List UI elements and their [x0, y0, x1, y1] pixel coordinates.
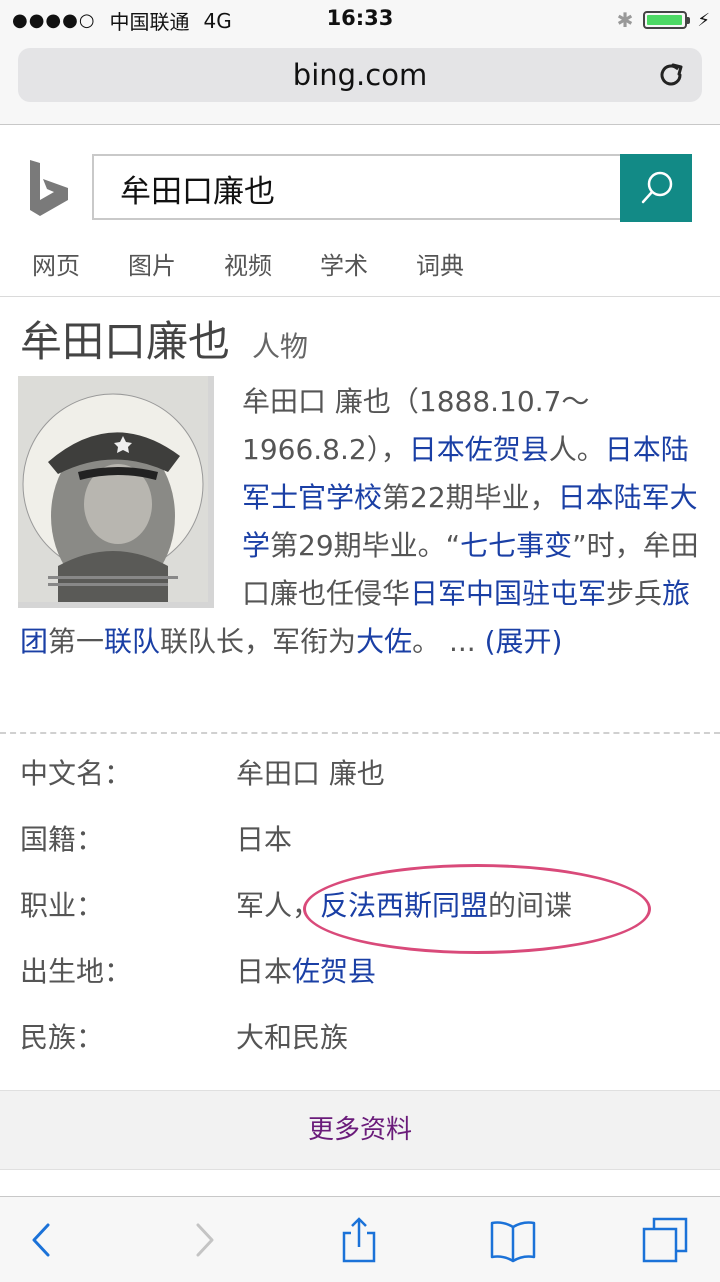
section-divider: [0, 732, 720, 734]
tab-web[interactable]: 网页: [32, 246, 80, 281]
fact-text: 军人，: [236, 889, 321, 922]
forward-icon[interactable]: [178, 1215, 228, 1265]
description-link[interactable]: 日军中国驻屯军: [410, 577, 606, 610]
back-icon[interactable]: [18, 1215, 68, 1265]
more-info-button[interactable]: 更多资料: [0, 1090, 720, 1170]
status-right: ✱ ⚡: [617, 8, 710, 32]
description-text: 第29期毕业。“: [270, 529, 461, 562]
url-text[interactable]: bing.com: [18, 58, 702, 92]
battery-icon: [643, 11, 691, 29]
header-divider: [0, 296, 720, 297]
fact-row: 国籍： 日本: [20, 818, 710, 884]
facts-table: 中文名： 牟田口 廉也 国籍： 日本 职业： 军人，反法西斯同盟的间谍 出生地： 日本佐贺县民…: [20, 752, 710, 1082]
browser-address-area: bing.com: [0, 40, 720, 125]
description-text: 第一: [48, 625, 105, 658]
reload-icon[interactable]: [654, 58, 688, 92]
search-icon: [641, 171, 673, 204]
fact-row: 民族： 大和民族: [20, 1016, 710, 1082]
tab-images[interactable]: 图片: [128, 246, 176, 281]
fact-row: 中文名： 牟田口 廉也: [20, 752, 710, 818]
description-link[interactable]: 大佐: [356, 625, 412, 658]
share-icon[interactable]: [334, 1215, 384, 1265]
description-link[interactable]: 日本佐贺县: [409, 433, 549, 466]
description-link[interactable]: 联队: [104, 625, 160, 658]
status-time: 16:33: [326, 6, 394, 30]
address-bar[interactable]: bing.com: [18, 48, 702, 102]
description-text: 第22期毕业，: [382, 481, 558, 514]
description-text: 。 ...: [412, 625, 485, 658]
fact-text: 的间谍: [488, 889, 573, 922]
tab-videos[interactable]: 视频: [224, 246, 272, 281]
description-text: 步兵: [606, 577, 663, 610]
tabs-icon[interactable]: [640, 1215, 690, 1265]
search-tabs: 网页 图片 视频 学术 词典: [32, 246, 464, 281]
search-input[interactable]: [118, 166, 602, 210]
search-button[interactable]: [620, 154, 692, 222]
fact-value: 大和民族: [236, 1016, 348, 1056]
fact-key: 出生地：: [20, 955, 133, 988]
fact-key: 中文名：: [20, 757, 133, 790]
description-link[interactable]: 七七事变: [460, 529, 572, 562]
entity-type: 人物: [252, 330, 309, 363]
fact-text: 日本: [236, 955, 293, 988]
browser-toolbar: [0, 1196, 720, 1282]
fact-key: 民族：: [20, 1021, 105, 1054]
fact-link[interactable]: 佐贺县: [292, 955, 376, 988]
description-text: 人。: [548, 433, 605, 466]
bluetooth-icon: ✱: [616, 8, 634, 32]
fact-text: 日本: [236, 823, 293, 856]
fact-row: 职业： 军人，反法西斯同盟的间谍: [20, 884, 710, 950]
entity-name: 牟田口廉也: [20, 317, 231, 366]
fact-key: 国籍：: [20, 823, 105, 856]
bookmarks-icon[interactable]: [488, 1215, 538, 1265]
charging-icon: ⚡: [697, 9, 710, 31]
fact-value: 牟田口 廉也: [236, 752, 385, 792]
status-bar: ●●●●○ 中国联通 4G 16:33 ✱ ⚡: [0, 0, 720, 40]
fact-row: 出生地： 日本佐贺县: [20, 950, 710, 1016]
bing-logo[interactable]: [28, 160, 72, 216]
tab-academic[interactable]: 学术: [320, 246, 368, 281]
search-box[interactable]: [92, 154, 622, 220]
description-text: 联队长，军衔为: [160, 625, 357, 658]
fact-value: 军人，反法西斯同盟的间谍: [236, 884, 572, 924]
fact-text: 牟田口 廉也: [236, 757, 385, 790]
fact-text: 大和民族: [236, 1021, 349, 1054]
expand-link[interactable]: (展开): [485, 625, 563, 658]
fact-value: 日本: [236, 818, 292, 858]
fact-key: 职业：: [20, 889, 105, 922]
entity-description: 牟田口 廉也（1888.10.7～1966.8.2），日本佐贺县人。日本陆军士官…: [20, 378, 708, 666]
fact-link[interactable]: 反法西斯同盟: [320, 889, 488, 922]
tab-dictionary[interactable]: 词典: [416, 246, 464, 281]
fact-value: 日本佐贺县: [236, 950, 376, 990]
entity-header: 牟田口廉也 人物: [20, 308, 308, 369]
